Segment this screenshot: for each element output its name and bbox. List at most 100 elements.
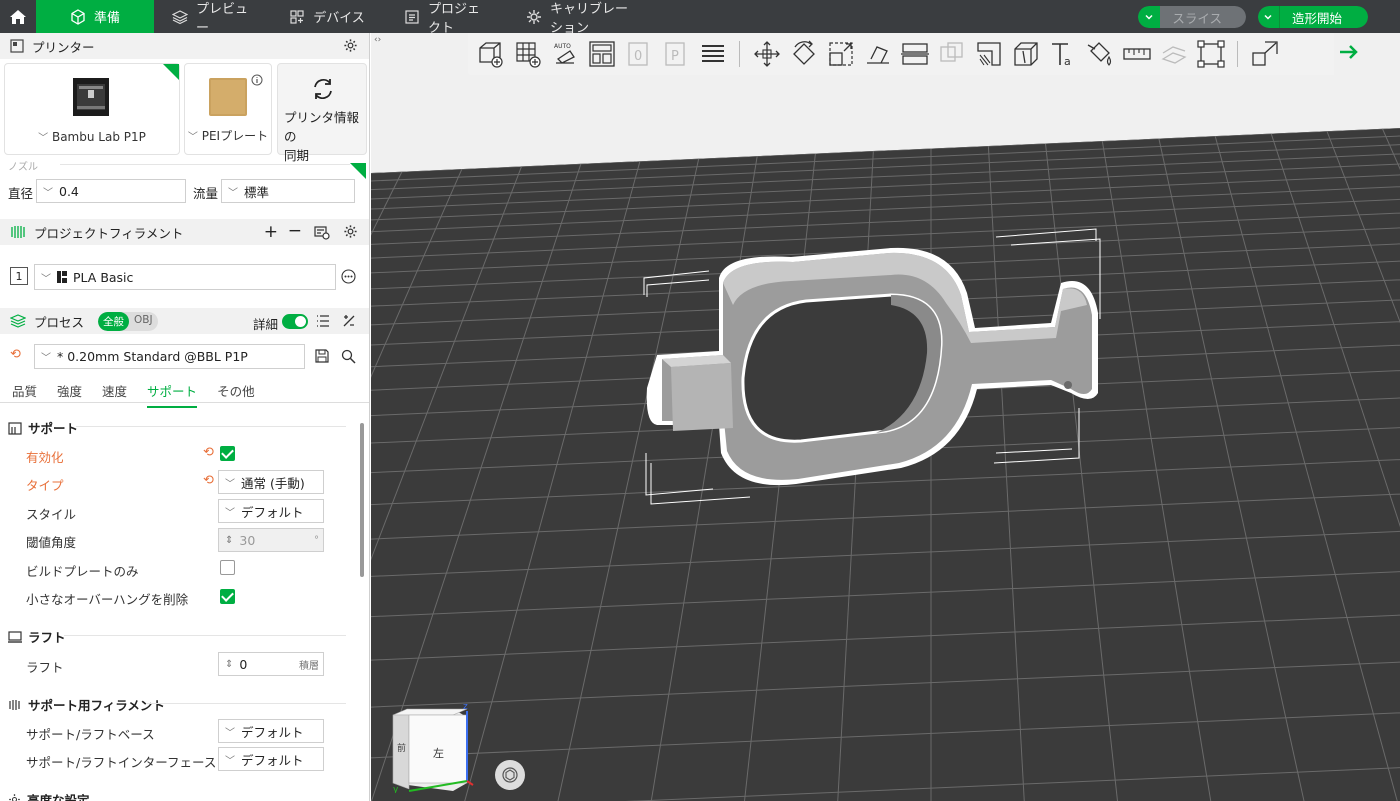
- print-label: 造形開始: [1279, 6, 1368, 28]
- threshold-angle-input[interactable]: ⇕ 30 °: [218, 528, 324, 552]
- buildplate-only-checkbox[interactable]: [220, 560, 235, 575]
- tab-prepare[interactable]: 準備: [36, 0, 154, 33]
- assembly-icon: [1160, 46, 1187, 64]
- reset-enable-icon[interactable]: ⟲: [203, 445, 214, 460]
- remove-filament-button[interactable]: −: [288, 221, 302, 241]
- stepper-icon[interactable]: ⇕: [225, 659, 233, 670]
- add-object-button[interactable]: [472, 34, 509, 74]
- tab-project[interactable]: プロジェクト: [386, 0, 508, 36]
- printer-section-title: プリンター: [32, 39, 95, 55]
- info-icon[interactable]: [251, 74, 263, 86]
- tab-device[interactable]: デバイス: [268, 0, 386, 33]
- sync-printer-button[interactable]: プリンタ情報の 同期: [277, 63, 367, 163]
- cut-tool-button[interactable]: [896, 34, 933, 74]
- toolbar-separator: [1237, 41, 1238, 67]
- support-base-select[interactable]: ﹀ デフォルト: [218, 719, 324, 743]
- tab-device-label: デバイス: [313, 11, 365, 26]
- explode-icon: [1251, 41, 1278, 66]
- flow-select[interactable]: ﹀ 標準: [221, 179, 355, 203]
- print-button[interactable]: 造形開始: [1257, 6, 1368, 28]
- 3d-viewport[interactable]: 前 左 z y: [371, 33, 1400, 801]
- support-type-select[interactable]: ﹀ 通常 (手動): [218, 470, 324, 494]
- save-icon[interactable]: [315, 349, 329, 363]
- text-tool-button[interactable]: a: [1044, 34, 1081, 74]
- arrange-button[interactable]: [583, 34, 620, 74]
- printer-icon: [10, 39, 24, 53]
- settings-scrollbar[interactable]: [360, 423, 364, 577]
- filament-icon: [11, 226, 25, 238]
- scale-tool-button[interactable]: [822, 34, 859, 74]
- support-group-title: サポート: [28, 421, 79, 436]
- auto-orient-button[interactable]: AUTO: [546, 34, 583, 74]
- process-preset-select[interactable]: ﹀ * 0.20mm Standard @BBL P1P: [34, 344, 305, 369]
- plate-card[interactable]: ﹀ PEIプレート: [184, 63, 272, 155]
- seam-paint-button[interactable]: [1007, 34, 1044, 74]
- support-filament-icon: [9, 699, 20, 710]
- scope-global[interactable]: 全般: [98, 311, 130, 331]
- collapse-panel-icon[interactable]: ‹›: [374, 35, 381, 45]
- rotate-tool-button[interactable]: [785, 34, 822, 74]
- gear-icon[interactable]: [343, 224, 358, 239]
- support-interface-select[interactable]: ﹀ デフォルト: [218, 747, 324, 771]
- color-paint-button[interactable]: [1081, 34, 1118, 74]
- diameter-label: 直径: [8, 186, 34, 201]
- home-button[interactable]: [0, 0, 36, 33]
- gear-icon[interactable]: [343, 38, 358, 53]
- layers-list-button[interactable]: [694, 34, 731, 74]
- boolean-icon: [939, 42, 963, 62]
- reset-preset-icon[interactable]: ⟲: [10, 347, 21, 362]
- process-tabs: 品質 強度 速度 サポート その他: [12, 381, 275, 408]
- support-style-select[interactable]: ﹀ デフォルト: [218, 499, 324, 523]
- support-enable-checkbox[interactable]: [220, 446, 235, 461]
- add-filament-button[interactable]: +: [264, 222, 278, 242]
- process-section-header: プロセス 全般 OBJ 詳細: [0, 308, 369, 334]
- filament-sync-icon[interactable]: [314, 224, 330, 240]
- object-toolbar: AUTO 0 P a: [468, 33, 1334, 75]
- more-options-icon[interactable]: [341, 269, 356, 284]
- reset-type-icon[interactable]: ⟲: [203, 473, 214, 488]
- support-paint-button[interactable]: [970, 34, 1007, 74]
- assistant-icon[interactable]: [1336, 40, 1360, 64]
- raft-group-header: ラフト: [8, 627, 66, 646]
- slice-button[interactable]: スライス: [1138, 6, 1246, 28]
- add-plate-button[interactable]: [509, 34, 546, 74]
- tab-quality[interactable]: 品質: [12, 381, 37, 408]
- remove-small-overhang-checkbox[interactable]: [220, 589, 235, 604]
- support-style-label: スタイル: [26, 507, 77, 522]
- search-icon[interactable]: [341, 349, 356, 364]
- chevron-down-icon[interactable]: [1257, 6, 1280, 28]
- process-preset-value: * 0.20mm Standard @BBL P1P: [57, 349, 248, 364]
- tab-speed[interactable]: 速度: [102, 381, 127, 408]
- process-scope-toggle[interactable]: 全般 OBJ: [98, 311, 158, 331]
- move-tool-button[interactable]: [748, 34, 785, 74]
- flow-label: 流量: [193, 186, 219, 201]
- plate-image: [209, 78, 247, 116]
- explode-view-button[interactable]: [1246, 34, 1283, 74]
- view-cube-left-label: 左: [433, 747, 444, 760]
- list-icon[interactable]: [316, 314, 330, 328]
- filament-select[interactable]: ﹀ PLA Basic: [34, 264, 336, 290]
- svg-text:AUTO: AUTO: [554, 43, 571, 50]
- lay-on-face-button[interactable]: [859, 34, 896, 74]
- compare-icon[interactable]: [342, 314, 356, 328]
- filament-slot-number[interactable]: 1: [10, 267, 28, 285]
- reset-view-button[interactable]: [495, 760, 525, 790]
- stepper-icon[interactable]: ⇕: [225, 535, 233, 546]
- tab-calibration[interactable]: キャリブレーション: [508, 0, 648, 36]
- tab-others[interactable]: その他: [217, 381, 255, 408]
- tab-strength[interactable]: 強度: [57, 381, 82, 408]
- advanced-toggle[interactable]: [282, 314, 308, 329]
- scope-object[interactable]: OBJ: [129, 312, 158, 331]
- chevron-down-icon: ﹀: [225, 507, 235, 519]
- cut-icon: [900, 43, 929, 65]
- measure-tool-button[interactable]: [1118, 34, 1155, 74]
- fit-view-button[interactable]: [1192, 34, 1229, 74]
- tab-support[interactable]: サポート: [147, 381, 198, 408]
- nozzle-divider: [60, 164, 350, 165]
- tab-preview[interactable]: プレビュー: [154, 0, 268, 36]
- raft-layers-input[interactable]: ⇕ 0 積層: [218, 652, 324, 676]
- diameter-select[interactable]: ﹀ 0.4: [36, 179, 186, 203]
- printer-card[interactable]: ﹀ Bambu Lab P1P: [4, 63, 180, 155]
- view-cube[interactable]: 前 左 z y: [387, 701, 477, 793]
- chevron-down-icon[interactable]: [1138, 6, 1161, 28]
